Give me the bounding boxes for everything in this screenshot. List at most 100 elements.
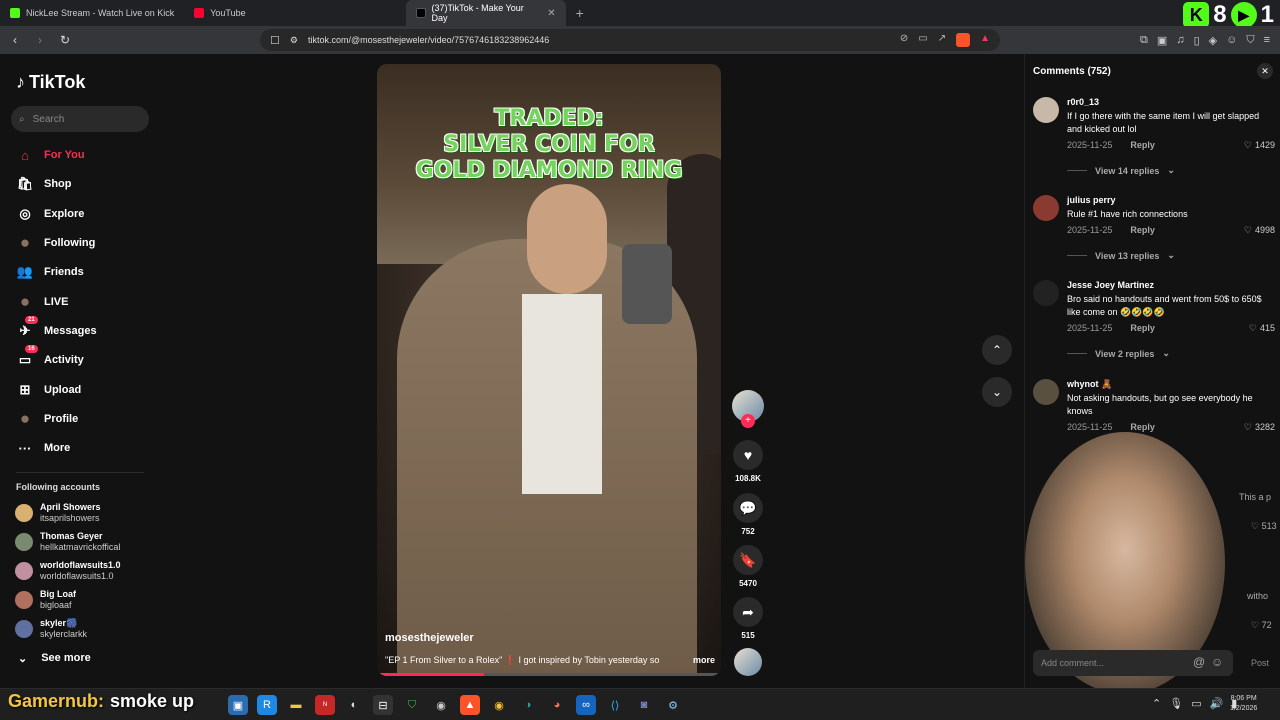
next-video-button[interactable]: ⌄ xyxy=(982,377,1012,407)
sidebar-item-shop[interactable]: 🛍 Shop xyxy=(16,175,72,193)
search-input[interactable]: ⌕ Search xyxy=(11,106,149,132)
comment-username[interactable]: r0r0_13 xyxy=(1067,97,1099,107)
share-icon[interactable]: ↗ xyxy=(938,33,946,47)
avatar[interactable] xyxy=(1033,280,1059,306)
wallet-icon[interactable]: ▣ xyxy=(1157,34,1167,47)
new-tab-icon[interactable]: + xyxy=(576,5,584,21)
address-bar[interactable]: ☐ ⚙ tiktok.com/@mosesthejeweler/video/75… xyxy=(260,29,1000,51)
comment-like-button[interactable]: ♡ 415 xyxy=(1249,323,1275,334)
close-icon[interactable]: ✕ xyxy=(1257,63,1273,79)
firefox-icon[interactable]: ◕ xyxy=(547,695,567,715)
sidebar-item-profile[interactable]: ● Profile xyxy=(16,409,78,428)
obs-icon[interactable]: ◉ xyxy=(431,695,451,715)
netflix-icon[interactable]: N xyxy=(315,695,335,715)
edge-icon[interactable]: ◑ xyxy=(518,695,538,715)
comment-button[interactable]: 💬 752 xyxy=(731,493,765,536)
microphone-icon[interactable]: 🎙 xyxy=(1169,697,1183,710)
sidebar-item-more[interactable]: ··· More xyxy=(16,439,71,457)
chrome-icon[interactable]: ◉ xyxy=(489,695,509,715)
menu-icon[interactable]: ≡ xyxy=(1264,34,1270,47)
comment-username[interactable]: Jesse Joey Martinez xyxy=(1067,280,1154,290)
app-icon[interactable]: R xyxy=(257,695,277,715)
mention-icon[interactable]: @ xyxy=(1193,655,1205,669)
sidebar-item-activity[interactable]: ▭ 16 Activity xyxy=(16,345,84,369)
app-icon[interactable]: ▣ xyxy=(228,695,248,715)
previous-video-button[interactable]: ⌃ xyxy=(982,335,1012,365)
shield-app-icon[interactable]: ⛉ xyxy=(402,695,422,715)
tab-youtube[interactable]: YouTube xyxy=(184,0,255,26)
following-account[interactable]: Thomas Geyer hellkatmavrickoffical xyxy=(15,531,120,553)
music-icon[interactable]: ♫ xyxy=(1176,34,1184,47)
extensions-icon[interactable]: ⧉ xyxy=(1140,34,1148,47)
follow-plus-icon[interactable]: + xyxy=(741,414,755,428)
avatar[interactable] xyxy=(1033,379,1059,405)
brave-shields-icon[interactable] xyxy=(956,33,971,47)
tab-tiktok[interactable]: (37)TikTok - Make Your Day ✕ xyxy=(405,0,566,26)
avatar[interactable] xyxy=(1033,195,1059,221)
reply-button[interactable]: Reply xyxy=(1130,225,1155,235)
volume-icon[interactable]: 🔊 xyxy=(1210,697,1224,710)
post-button[interactable]: Post xyxy=(1251,658,1269,668)
see-more-button[interactable]: ⌄ See more xyxy=(18,652,91,665)
reply-button[interactable]: Reply xyxy=(1130,140,1155,150)
comment-like-button[interactable]: ♡ 4998 xyxy=(1244,225,1275,236)
sidebar-item-messages[interactable]: ✈ 21 Messages xyxy=(16,316,97,340)
comment-username[interactable]: whynot 🧸 xyxy=(1067,379,1112,390)
share-button[interactable]: ➦ 515 xyxy=(731,597,765,640)
back-icon[interactable]: ‹ xyxy=(5,33,25,47)
following-account[interactable]: worldoflawsuits1.0 worldoflawsuits1.0 xyxy=(15,560,121,582)
vscode-icon[interactable]: ⟨⟩ xyxy=(605,695,625,715)
tiktok-logo[interactable]: ♪ TikTok xyxy=(16,72,85,93)
following-account[interactable]: April Showers itsaprilshowers xyxy=(15,502,101,524)
brave-rewards-icon[interactable]: ▲ xyxy=(980,33,990,47)
tab-kick[interactable]: NickLee Stream - Watch Live on Kick xyxy=(0,0,184,26)
following-account[interactable]: Big Loaf bigloaaf xyxy=(15,589,76,611)
sidebar-toggle-icon[interactable]: ▯ xyxy=(1194,34,1200,47)
app-icon[interactable]: ∞ xyxy=(576,695,596,715)
forward-icon[interactable]: › xyxy=(30,33,50,47)
like-button[interactable]: ♥ 108.8K xyxy=(731,440,765,483)
brave-icon[interactable]: ▲ xyxy=(460,695,480,715)
view-replies-button[interactable]: View 13 replies ⌄ xyxy=(1067,250,1175,261)
comment-like-button[interactable]: ♡ 1429 xyxy=(1244,140,1275,151)
sidebar-item-for-you[interactable]: ⌂ For You xyxy=(16,146,84,164)
close-tab-icon[interactable]: ✕ xyxy=(547,8,555,19)
site-info-icon[interactable]: ⚙ xyxy=(290,35,298,46)
app-icon[interactable]: ◐ xyxy=(344,695,364,715)
sidebar-item-explore[interactable]: ◎ Explore xyxy=(16,205,84,223)
following-account[interactable]: skyler🎆 skylerclarkk xyxy=(15,618,87,640)
bookmark-icon[interactable]: ☐ xyxy=(270,34,280,47)
music-disc[interactable] xyxy=(731,648,765,676)
view-replies-button[interactable]: View 14 replies ⌄ xyxy=(1067,165,1175,176)
emoji-icon[interactable]: ☺ xyxy=(1211,655,1223,669)
creator-avatar[interactable]: + xyxy=(731,390,765,428)
reply-button[interactable]: Reply xyxy=(1130,323,1155,333)
reply-button[interactable]: Reply xyxy=(1130,422,1155,432)
view-replies-button[interactable]: View 2 replies ⌄ xyxy=(1067,348,1170,359)
video-author[interactable]: mosesthejeweler xyxy=(385,632,474,644)
folder-icon[interactable]: ▬ xyxy=(286,695,306,715)
url-text[interactable]: tiktok.com/@mosesthejeweler/video/757674… xyxy=(308,35,549,45)
sidebar-item-following[interactable]: ● Following xyxy=(16,233,95,252)
avatar[interactable] xyxy=(1033,97,1059,123)
cast-icon[interactable]: ▭ xyxy=(918,33,927,47)
save-button[interactable]: 🔖 5470 xyxy=(731,545,765,588)
video-progress-bar[interactable] xyxy=(377,673,721,676)
comment-username[interactable]: julius perry xyxy=(1067,195,1116,205)
profile-icon[interactable]: ☺ xyxy=(1226,34,1237,47)
media-icon[interactable]: ⊘ xyxy=(900,33,908,47)
app-icon[interactable]: ⊟ xyxy=(373,695,393,715)
comment-like-button[interactable]: ♡ 3282 xyxy=(1244,422,1275,433)
caption-more-button[interactable]: more xyxy=(693,655,715,666)
sidebar-item-upload[interactable]: ⊞ Upload xyxy=(16,381,82,399)
network-icon[interactable]: ▭ xyxy=(1191,697,1201,710)
vpn-icon[interactable]: ◈ xyxy=(1209,34,1217,47)
shield-icon[interactable]: ⛉ xyxy=(1246,34,1254,47)
taskbar-clock[interactable]: 8:06 PM 1/2/2026 xyxy=(1230,694,1257,714)
video-player[interactable]: TRADED: SILVER COIN FOR GOLD DIAMOND RIN… xyxy=(377,64,721,676)
sidebar-item-friends[interactable]: 👥 Friends xyxy=(16,263,84,281)
discord-icon[interactable]: ◙ xyxy=(634,695,654,715)
steam-icon[interactable]: ⚙ xyxy=(663,695,683,715)
sidebar-item-live[interactable]: ● LIVE xyxy=(16,292,69,311)
reload-icon[interactable]: ↻ xyxy=(55,33,75,47)
